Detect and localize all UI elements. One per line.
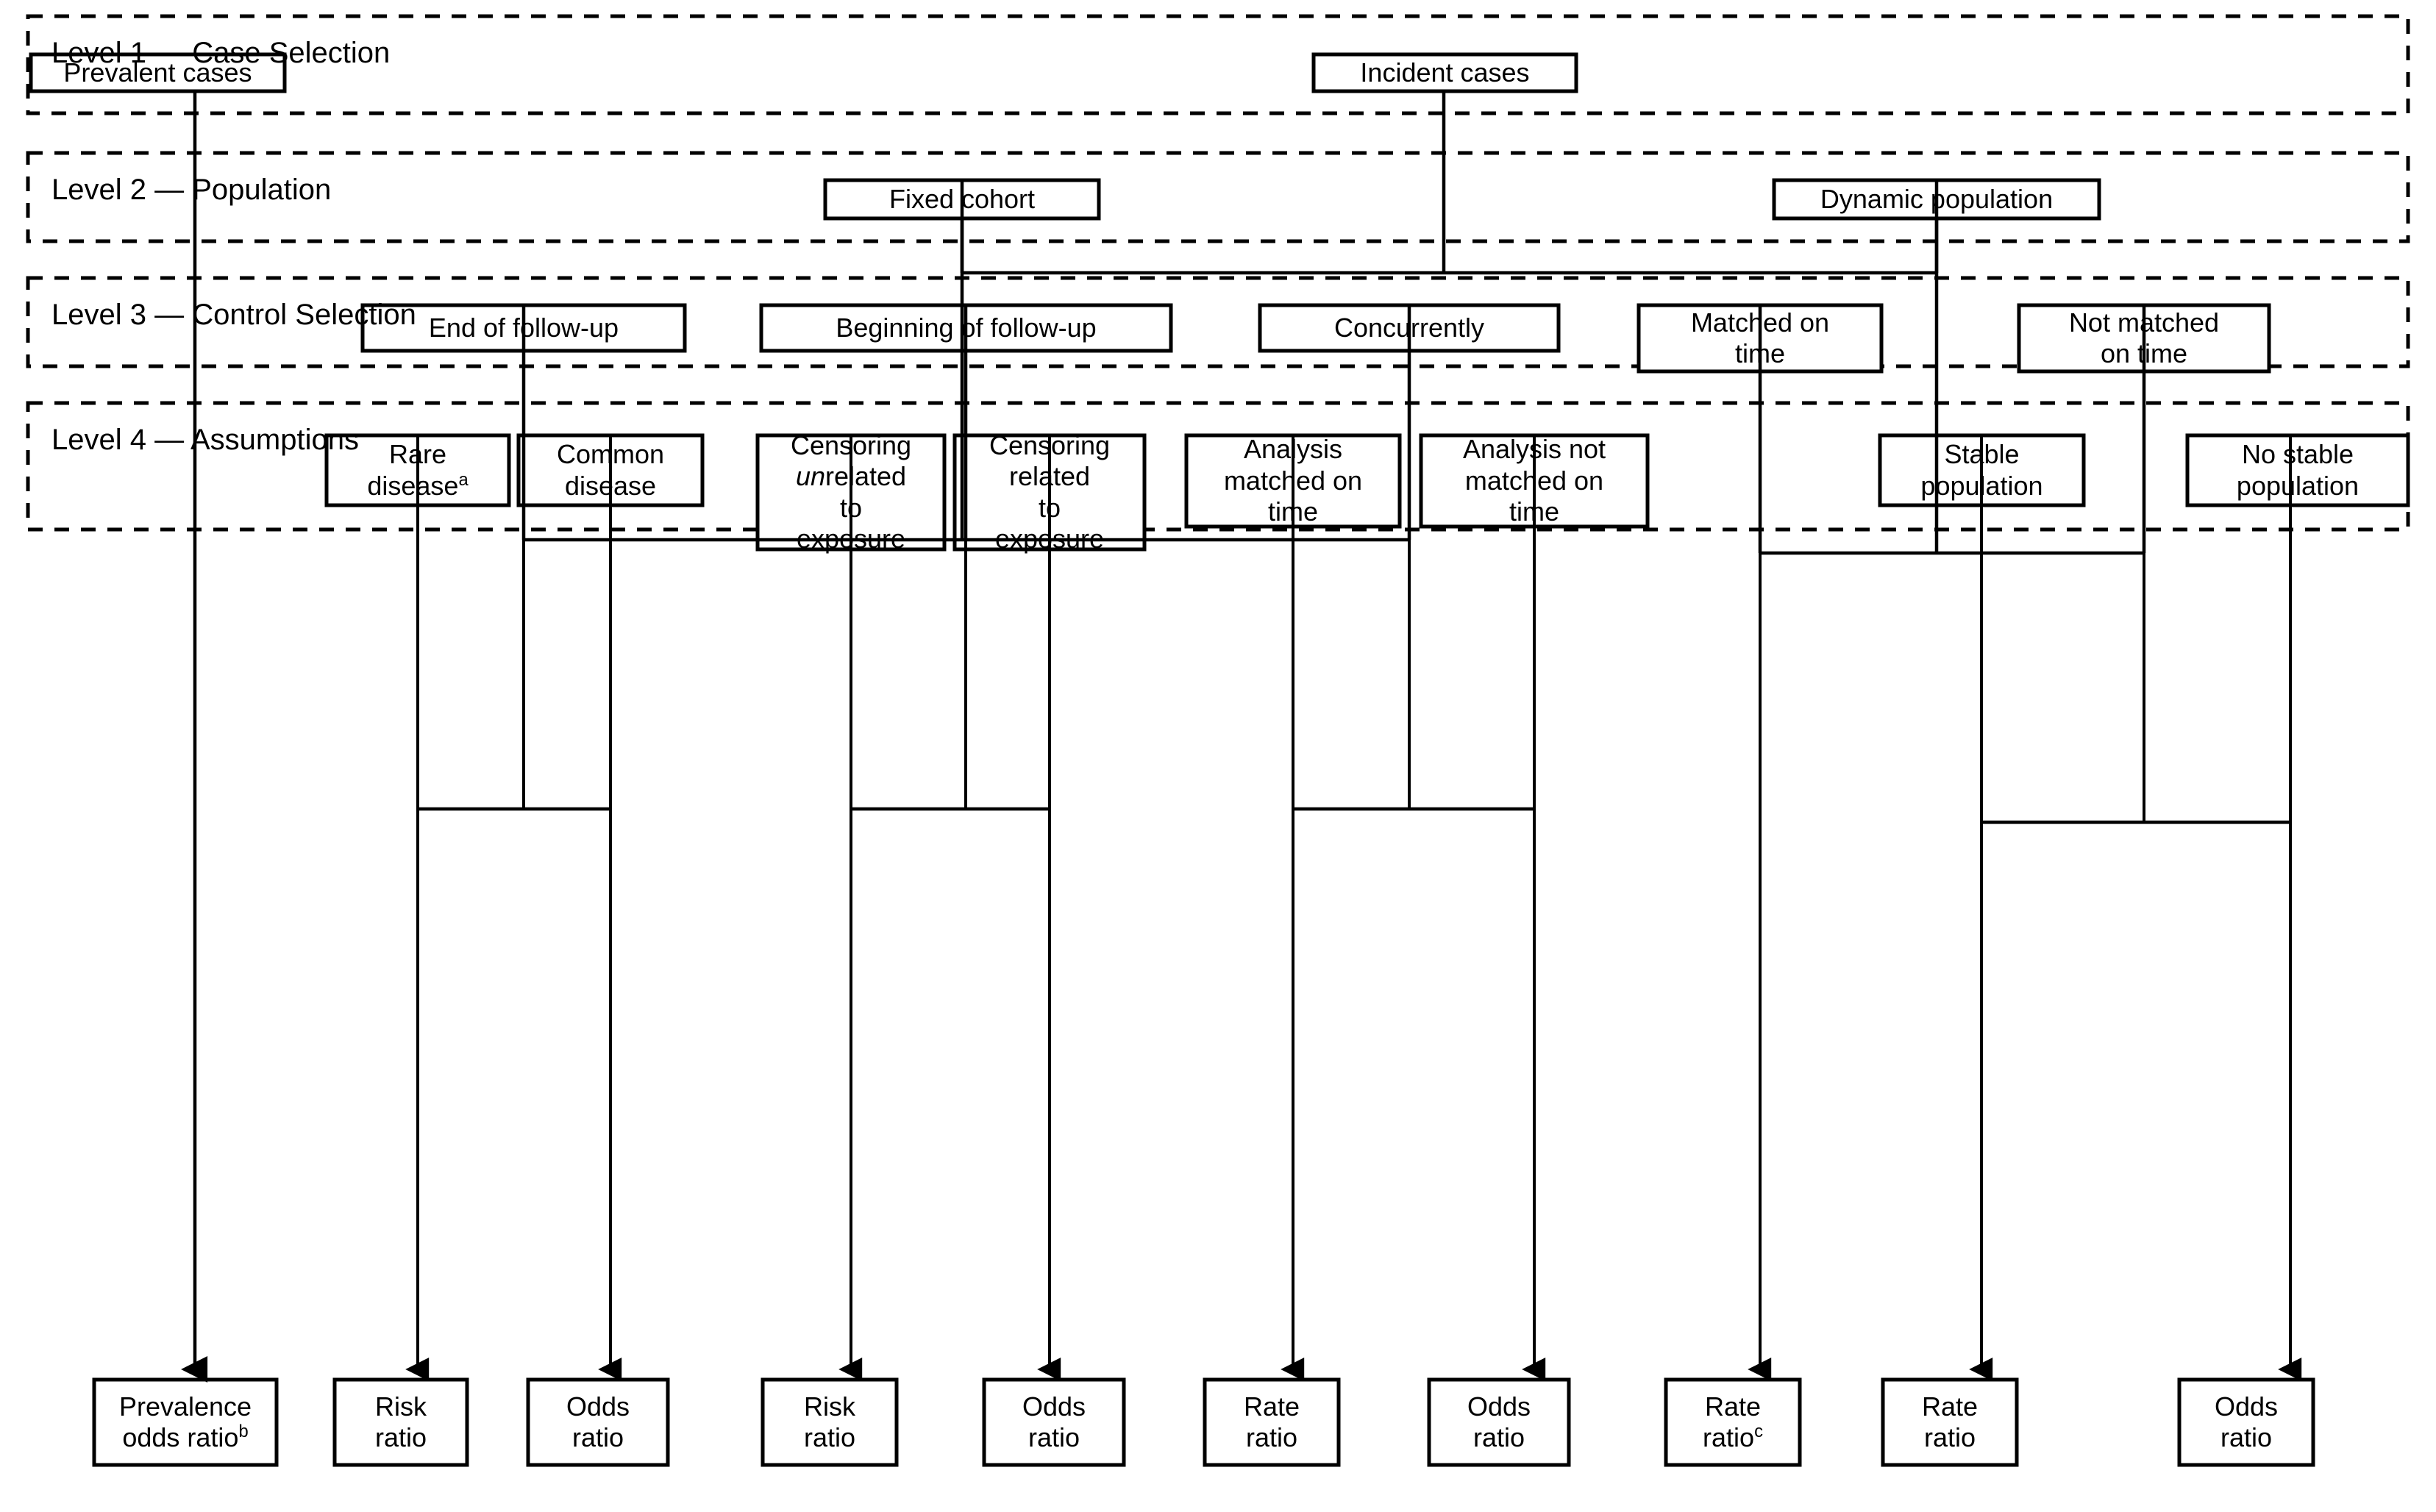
node-prevalence-odds-ratio[interactable] (92, 1377, 279, 1467)
node-risk-ratio-2[interactable] (761, 1377, 899, 1467)
node-incident-cases[interactable] (1311, 52, 1578, 93)
node-rate-ratio-1[interactable] (1203, 1377, 1341, 1467)
node-odds-ratio-4[interactable] (2177, 1377, 2315, 1467)
node-odds-ratio-1[interactable] (526, 1377, 670, 1467)
flowchart-canvas: Level 1 — Case Selection Level 2 — Popul… (0, 0, 2436, 1512)
node-rate-ratio-3[interactable] (1881, 1377, 2019, 1467)
diagram-svg (26, 14, 2410, 1467)
level3-heading: Level 3 — Control Selection (51, 299, 416, 331)
node-risk-ratio-1[interactable] (332, 1377, 469, 1467)
node-no-stable-population[interactable] (2185, 433, 2410, 507)
level4-heading: Level 4 — Assumptions (51, 424, 359, 456)
level2-heading: Level 2 — Population (51, 174, 332, 206)
node-odds-ratio-3[interactable] (1427, 1377, 1571, 1467)
node-rate-ratio-2[interactable] (1664, 1377, 1802, 1467)
level1-heading: Level 1 — Case Selection (51, 37, 391, 69)
node-odds-ratio-2[interactable] (982, 1377, 1126, 1467)
